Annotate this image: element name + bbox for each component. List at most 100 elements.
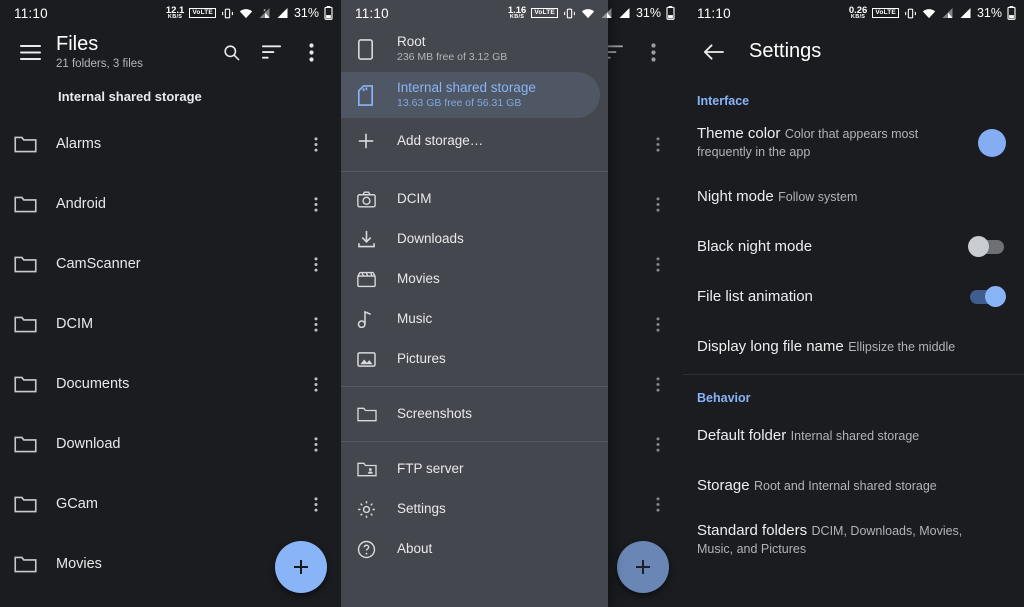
- row-overflow-icon[interactable]: [645, 496, 671, 513]
- drawer-item-label: Screenshots: [397, 405, 473, 421]
- setting-title: Black night mode: [697, 238, 813, 255]
- file-name: CamScanner: [56, 256, 141, 272]
- drawer-shortcut-movies[interactable]: Movies: [341, 259, 608, 299]
- sort-icon[interactable]: [251, 32, 291, 72]
- signal-sim2-icon: [277, 8, 288, 18]
- setting-title: Standard folders: [697, 522, 808, 539]
- storage-free-space: 13.63 GB free of 56.31 GB: [397, 96, 522, 109]
- row-overflow-icon[interactable]: [303, 316, 329, 333]
- row-overflow-icon[interactable]: [303, 436, 329, 453]
- storage-free-space: 236 MB free of 3.12 GB: [397, 50, 508, 63]
- section-divider: [683, 374, 1024, 375]
- setting-title: Display long file name: [697, 338, 844, 355]
- list-item[interactable]: Android: [0, 174, 341, 234]
- drawer-item-label: Music: [397, 310, 433, 326]
- image-icon: [357, 351, 397, 368]
- list-item[interactable]: Alarms: [0, 114, 341, 174]
- overflow-menu-icon[interactable]: [633, 32, 673, 72]
- file-list-animation-toggle[interactable]: [970, 286, 1006, 307]
- files-screen: 11:10 12.1 KB/S VoLTE x 31% Files 21 fol…: [0, 0, 341, 607]
- drawer-shortcut-pictures[interactable]: Pictures: [341, 339, 608, 379]
- row-overflow-icon[interactable]: [303, 136, 329, 153]
- drawer-shortcut-dcim[interactable]: DCIM: [341, 179, 608, 219]
- signal-sim1-icon: [942, 8, 953, 18]
- setting-storage[interactable]: Storage Root and Internal shared storage: [683, 461, 1024, 511]
- folder-icon: [357, 406, 397, 423]
- files-toolbar: Files 21 folders, 3 files: [0, 26, 341, 78]
- drawer-storage-root[interactable]: Root 236 MB free of 3.12 GB: [341, 26, 608, 72]
- add-fab-button[interactable]: [275, 541, 327, 593]
- setting-file-list-animation[interactable]: File list animation: [683, 272, 1024, 322]
- row-overflow-icon[interactable]: [645, 436, 671, 453]
- drawer-add-storage[interactable]: Add storage…: [341, 118, 608, 164]
- vibrate-icon: [564, 8, 575, 18]
- file-list: Alarms Android CamScanner DCIM Documents: [0, 114, 341, 594]
- list-item[interactable]: Documents: [0, 354, 341, 414]
- file-name: DCIM: [56, 316, 94, 332]
- volte-icon: VoLTE: [531, 7, 558, 19]
- file-name: Movies: [56, 556, 102, 572]
- breadcrumb[interactable]: Internal shared storage: [0, 78, 341, 114]
- list-item[interactable]: CamScanner: [0, 234, 341, 294]
- navigation-drawer: Root 236 MB free of 3.12 GB Internal sha…: [341, 0, 608, 607]
- drawer-item-settings[interactable]: Settings: [341, 489, 608, 529]
- row-overflow-icon[interactable]: [645, 256, 671, 273]
- row-overflow-icon[interactable]: [303, 196, 329, 213]
- battery-percent: 31%: [976, 6, 1002, 20]
- drawer-divider: [341, 386, 608, 387]
- setting-default-folder[interactable]: Default folder Internal shared storage: [683, 411, 1024, 461]
- settings-toolbar: Settings: [683, 26, 1024, 78]
- network-rate-indicator: 0.26 KB/S: [848, 4, 868, 20]
- folder-icon: [14, 435, 56, 454]
- folder-icon: [14, 255, 56, 274]
- drawer-shortcut-screenshots[interactable]: Screenshots: [341, 394, 608, 434]
- camera-icon: [357, 190, 397, 208]
- signal-sim2-icon: [960, 8, 971, 18]
- setting-night-mode[interactable]: Night mode Follow system: [683, 172, 1024, 222]
- status-clock: 11:10: [355, 5, 389, 21]
- row-overflow-icon[interactable]: [645, 136, 671, 153]
- setting-title: Theme color: [697, 125, 781, 142]
- navigation-drawer-screen: 11:10 1.16 KB/S VoLTE 31% Root 236 MB fr…: [341, 0, 683, 607]
- row-overflow-icon[interactable]: [303, 496, 329, 513]
- hamburger-menu-icon[interactable]: [10, 32, 50, 72]
- row-overflow-icon[interactable]: [303, 256, 329, 273]
- files-count-subtitle: 21 folders, 3 files: [56, 57, 143, 70]
- search-icon[interactable]: [211, 32, 251, 72]
- row-overflow-icon[interactable]: [645, 376, 671, 393]
- drawer-item-about[interactable]: About: [341, 529, 608, 569]
- phone-icon: [357, 38, 397, 60]
- status-bar-panel2: 11:10 1.16 KB/S VoLTE 31%: [341, 0, 683, 26]
- list-item[interactable]: GCam: [0, 474, 341, 534]
- setting-theme-color[interactable]: Theme color Color that appears most freq…: [683, 114, 1024, 172]
- drawer-storage-internal[interactable]: Internal shared storage 13.63 GB free of…: [341, 72, 600, 118]
- network-rate-indicator: 12.1 KB/S: [165, 4, 185, 20]
- drawer-item-label: Downloads: [397, 230, 464, 246]
- drawer-shortcut-music[interactable]: Music: [341, 299, 608, 339]
- row-overflow-icon[interactable]: [645, 316, 671, 333]
- black-night-mode-toggle[interactable]: [968, 236, 1004, 257]
- theme-color-swatch[interactable]: [978, 129, 1006, 157]
- setting-black-night-mode[interactable]: Black night mode: [683, 222, 1024, 272]
- volte-icon: VoLTE: [189, 7, 216, 19]
- folder-icon: [14, 555, 56, 574]
- folder-icon: [14, 375, 56, 394]
- setting-display-long-file-name[interactable]: Display long file name Ellipsize the mid…: [683, 322, 1024, 372]
- back-arrow-icon[interactable]: [693, 32, 733, 72]
- list-item[interactable]: DCIM: [0, 294, 341, 354]
- drawer-shortcut-downloads[interactable]: Downloads: [341, 219, 608, 259]
- vibrate-icon: [905, 8, 916, 18]
- storage-label: Internal shared storage: [397, 80, 536, 96]
- drawer-item-ftp-server[interactable]: FTP server: [341, 449, 608, 489]
- row-overflow-icon[interactable]: [303, 376, 329, 393]
- overflow-menu-icon[interactable]: [291, 32, 331, 72]
- battery-percent: 31%: [293, 6, 319, 20]
- setting-standard-folders[interactable]: Standard folders DCIM, Downloads, Movies…: [683, 511, 1024, 569]
- add-fab-button[interactable]: [617, 541, 669, 593]
- section-header-behavior: Behavior: [697, 391, 751, 405]
- file-name: GCam: [56, 496, 98, 512]
- battery-icon: [324, 6, 333, 20]
- list-item[interactable]: Download: [0, 414, 341, 474]
- row-overflow-icon[interactable]: [645, 196, 671, 213]
- ftp-folder-icon: [357, 461, 397, 478]
